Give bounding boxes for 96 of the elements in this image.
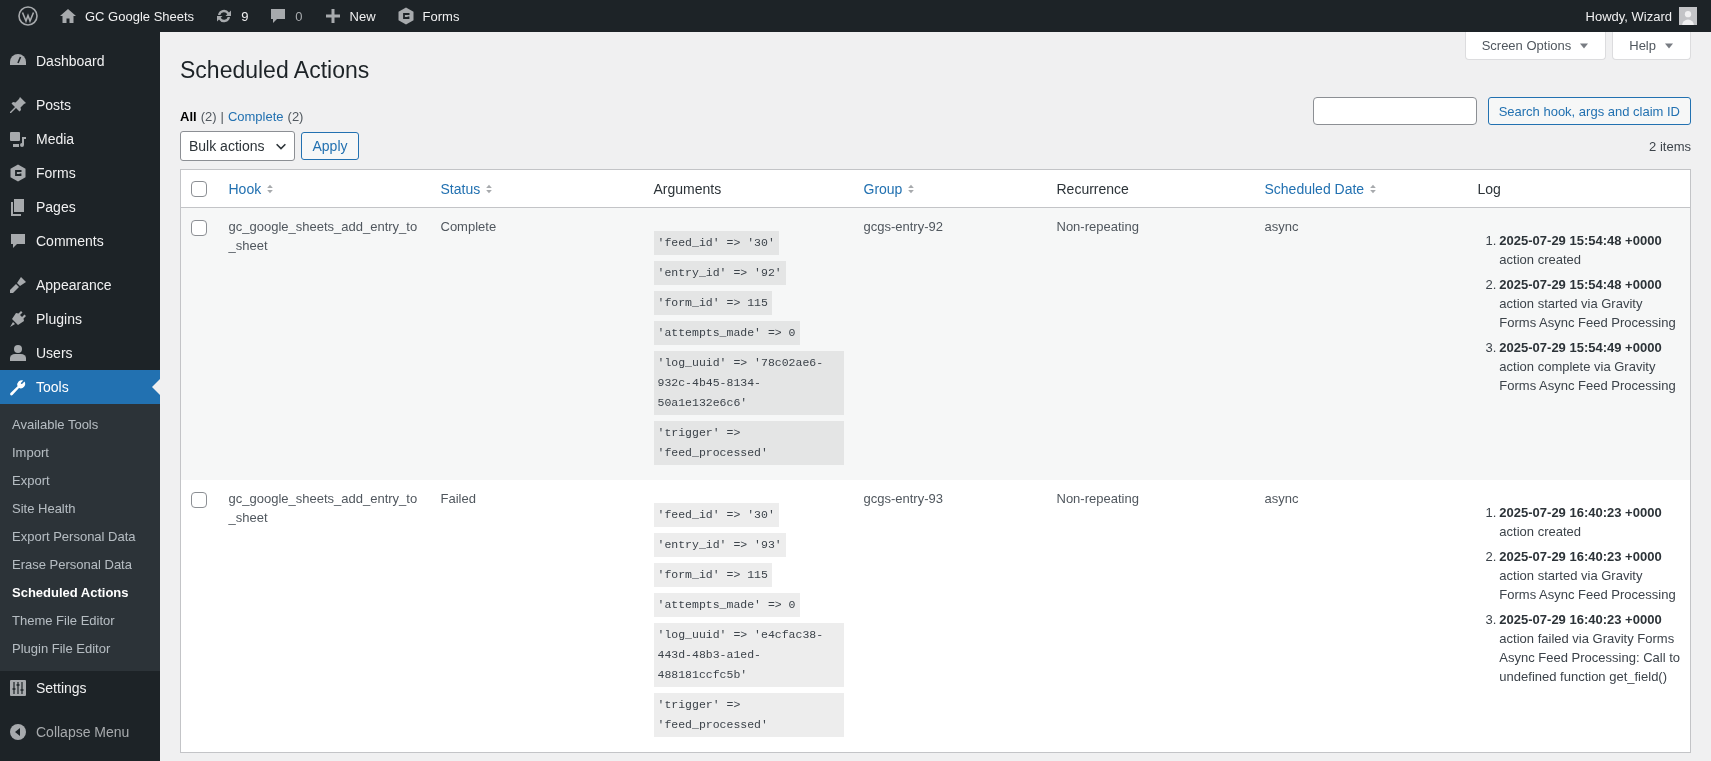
status-text: Complete: [440, 219, 497, 235]
menu-item[interactable]: Comments: [0, 224, 160, 258]
hook-name: gc_google_sheets_add_entry_to_sheet: [228, 490, 419, 528]
scheduled-date: async: [1264, 491, 1299, 507]
sortable-column-header[interactable]: Scheduled Date: [1264, 180, 1379, 197]
menu-item[interactable]: Posts: [0, 88, 160, 122]
view-filter-link[interactable]: All: [180, 109, 197, 124]
sortable-column-header[interactable]: Status: [440, 180, 495, 197]
collapse-menu-button[interactable]: Collapse Menu: [0, 715, 160, 749]
menu-item[interactable]: Pages: [0, 190, 160, 224]
avatar-icon: [1679, 7, 1697, 25]
log-number: 2.: [1485, 548, 1497, 567]
log-number: 1.: [1485, 232, 1497, 251]
argument-code: 'trigger' => 'feed_processed': [653, 421, 844, 466]
plug-icon: [8, 309, 28, 329]
log-entry: 2025-07-29 15:54:48 +0000 action created: [1499, 232, 1662, 270]
updates-link[interactable]: 9: [204, 0, 259, 32]
column-header: Recurrence: [1056, 180, 1129, 197]
log-entry: 2025-07-29 16:40:23 +0000 action started via Gravity Forms Async Feed Processing: [1499, 548, 1677, 605]
argument-code: 'attempts_made' => 0: [653, 321, 800, 346]
logo-icon: [18, 6, 38, 26]
page-title: Scheduled Actions: [180, 56, 371, 85]
items-count: 2 items: [1649, 138, 1691, 154]
recurrence-text: Non-repeating: [1056, 491, 1139, 507]
home-icon: [58, 6, 78, 26]
log-entry: 2025-07-29 16:40:23 +0000 action created: [1499, 504, 1662, 542]
argument-code: 'feed_id' => '30': [653, 231, 779, 256]
submenu-item[interactable]: Export: [0, 467, 160, 495]
comments-link[interactable]: 0: [258, 0, 313, 32]
scheduled-date: async: [1264, 219, 1299, 235]
menu-item[interactable]: Plugins: [0, 302, 160, 336]
recurrence-text: Non-repeating: [1056, 219, 1139, 235]
sortable-column-header[interactable]: Group: [863, 180, 917, 197]
group-name: gcgs-entry-92: [863, 219, 943, 235]
wrench-icon: [8, 377, 28, 397]
bulk-actions-dropdown[interactable]: Bulk actions: [180, 131, 296, 161]
log-entry: 2025-07-29 15:54:48 +0000 action started via Gravity Forms Async Feed Processing: [1499, 276, 1677, 333]
pushpin-icon: [8, 95, 28, 115]
submenu-item[interactable]: Theme File Editor: [0, 607, 160, 635]
sliders-icon: [8, 678, 28, 698]
submenu-item[interactable]: Import: [0, 439, 160, 467]
menu-item[interactable]: Media: [0, 122, 160, 156]
row-checkbox[interactable]: [191, 491, 207, 508]
argument-code: 'form_id' => 115: [653, 563, 772, 588]
row-checkbox[interactable]: [191, 219, 207, 236]
new-content-link[interactable]: New: [312, 0, 386, 32]
speech-bubble-icon: [8, 231, 28, 251]
apply-button[interactable]: Apply: [301, 132, 359, 160]
site-name-link[interactable]: GC Google Sheets: [48, 0, 205, 32]
menu-item[interactable]: Appearance: [0, 268, 160, 302]
argument-code: 'log_uuid' => '78c02ae6-932c-4b45-8134-50a1e132e6c6': [653, 351, 844, 416]
status-text: Failed: [440, 491, 476, 507]
submenu-item[interactable]: Site Health: [0, 495, 160, 523]
menu-item[interactable]: Settings: [0, 671, 160, 705]
argument-code: 'log_uuid' => 'e4cfac38-443d-48b3-a1ed-488181ccfc5b': [653, 623, 844, 688]
paintbrush-icon: [8, 275, 28, 295]
group-name: gcgs-entry-93: [863, 491, 943, 507]
view-filter-link[interactable]: Complete: [227, 109, 284, 124]
media-icon: [8, 129, 28, 149]
submenu-item[interactable]: Export Personal Data: [0, 523, 160, 551]
menu-item[interactable]: Tools: [0, 370, 160, 404]
view-count: (2): [200, 109, 217, 124]
forms-link[interactable]: Forms: [385, 0, 470, 32]
argument-code: 'form_id' => 115: [653, 291, 772, 316]
screen-meta-tab[interactable]: Help: [1612, 32, 1691, 60]
account-menu[interactable]: Howdy, Wizard: [1575, 0, 1707, 32]
select-all-checkbox[interactable]: [191, 181, 207, 198]
argument-code: 'entry_id' => '93': [653, 533, 786, 558]
argument-code: 'attempts_made' => 0: [653, 593, 800, 618]
argument-code: 'feed_id' => '30': [653, 503, 779, 528]
sortable-column-header[interactable]: Hook: [228, 180, 276, 197]
submenu-item[interactable]: Scheduled Actions: [0, 579, 160, 607]
menu-item[interactable]: Forms: [0, 156, 160, 190]
argument-code: 'entry_id' => '92': [653, 261, 786, 286]
view-separator: |: [220, 109, 224, 124]
menu-item[interactable]: Dashboard: [0, 44, 160, 78]
log-number: 3.: [1485, 611, 1497, 630]
log-number: 2.: [1485, 276, 1497, 295]
view-count: (2): [287, 109, 304, 124]
submenu-item[interactable]: Erase Personal Data: [0, 551, 160, 579]
log-number: 3.: [1485, 339, 1497, 358]
log-entry: 2025-07-29 16:40:23 +0000 action failed via Gravity Forms Async Feed Processing: Call to undefined function get_field(): [1499, 611, 1680, 687]
log-entry: 2025-07-29 15:54:49 +0000 action complete via Gravity Forms Async Feed Processing: [1499, 339, 1677, 396]
column-header: Arguments: [653, 180, 722, 197]
submenu-item[interactable]: Available Tools: [0, 411, 160, 439]
argument-code: 'trigger' => 'feed_processed': [653, 693, 844, 738]
search-button[interactable]: Search hook, args and claim ID: [1487, 97, 1691, 125]
menu-item[interactable]: Users: [0, 336, 160, 370]
screen-meta-tab[interactable]: Screen Options: [1464, 32, 1607, 60]
log-number: 1.: [1485, 504, 1497, 523]
hook-name: gc_google_sheets_add_entry_to_sheet: [228, 218, 419, 256]
hexagon-icon: [8, 163, 28, 183]
submenu-item[interactable]: Plugin File Editor: [0, 635, 160, 663]
person-icon: [8, 343, 28, 363]
search-field[interactable]: [1312, 97, 1477, 125]
column-header: Log: [1477, 180, 1501, 197]
